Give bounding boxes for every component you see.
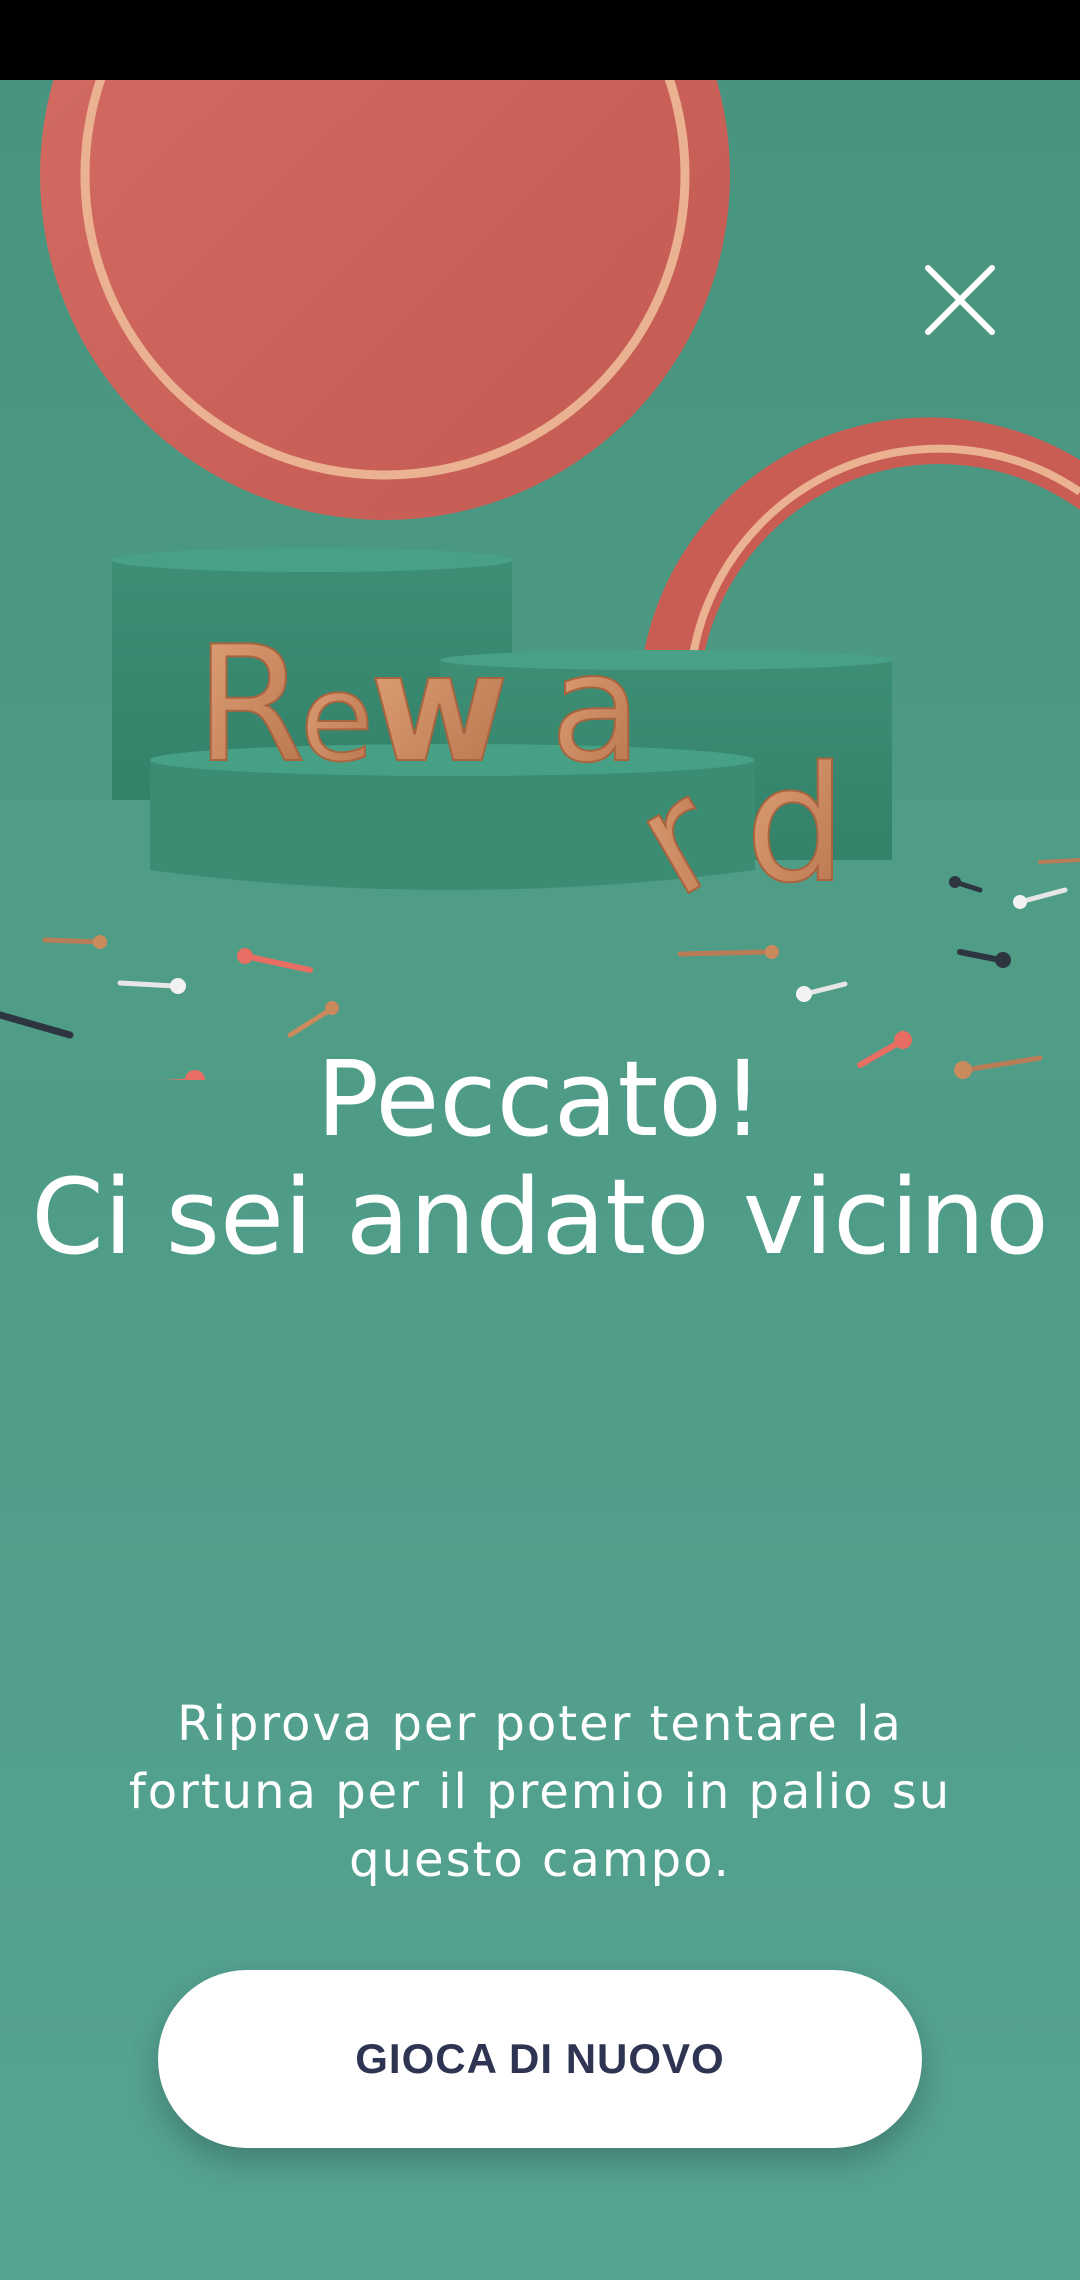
headline-line2: Ci sei andato vicino — [31, 1156, 1049, 1278]
play-again-label: GIOCA DI NUOVO — [355, 2035, 725, 2082]
result-description: Riprova per poter tentare la fortuna per… — [128, 1696, 952, 1888]
close-icon — [925, 265, 995, 335]
coral-disc-shape — [40, 80, 730, 520]
headline-line1: Peccato! — [316, 1038, 764, 1160]
status-bar — [0, 0, 1080, 80]
close-button[interactable] — [910, 250, 1010, 350]
svg-text:d: d — [745, 731, 847, 918]
reward-illustration: R e w a r d — [0, 80, 1080, 1080]
result-screen: R e w a r d Peccato! Ci sei andato vicin… — [0, 0, 1080, 2280]
play-again-button[interactable]: GIOCA DI NUOVO — [158, 1970, 922, 2148]
svg-text:e: e — [300, 650, 374, 789]
result-headline: Peccato! Ci sei andato vicino — [0, 1040, 1080, 1276]
svg-text:R: R — [195, 611, 306, 798]
svg-text:w: w — [370, 622, 509, 796]
